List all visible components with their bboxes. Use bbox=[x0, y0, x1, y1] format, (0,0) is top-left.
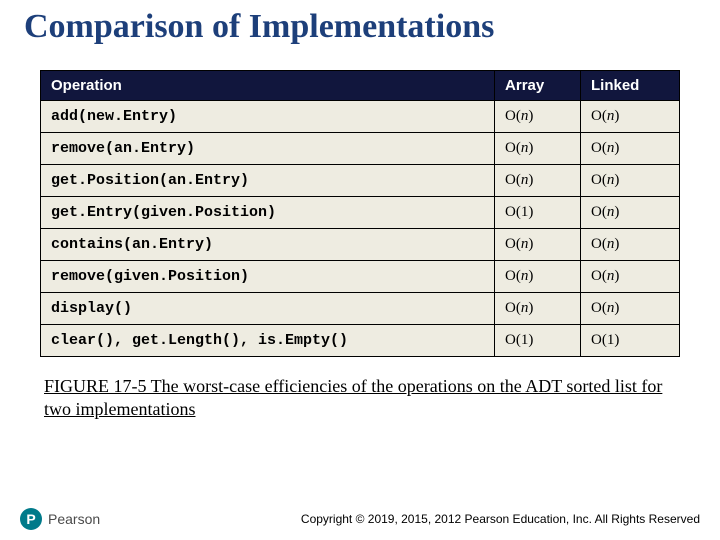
table-row: remove(an.Entry)O(n)O(n) bbox=[41, 133, 680, 165]
footer: P Pearson Copyright © 2019, 2015, 2012 P… bbox=[20, 508, 700, 530]
operation-cell: remove(an.Entry) bbox=[41, 133, 495, 165]
array-cell: O(n) bbox=[495, 293, 581, 325]
array-cell: O(n) bbox=[495, 133, 581, 165]
array-cell: O(n) bbox=[495, 261, 581, 293]
linked-cell: O(n) bbox=[580, 261, 679, 293]
copyright-text: Copyright © 2019, 2015, 2012 Pearson Edu… bbox=[301, 512, 700, 526]
array-cell: O(1) bbox=[495, 197, 581, 229]
pearson-logo-text: Pearson bbox=[48, 511, 100, 527]
array-cell: O(1) bbox=[495, 325, 581, 357]
operation-cell: clear(), get.Length(), is.Empty() bbox=[41, 325, 495, 357]
operation-cell: add(new.Entry) bbox=[41, 101, 495, 133]
figure-caption: FIGURE 17-5 The worst-case efficiencies … bbox=[44, 375, 676, 420]
operation-cell: get.Entry(given.Position) bbox=[41, 197, 495, 229]
table-row: clear(), get.Length(), is.Empty()O(1)O(1… bbox=[41, 325, 680, 357]
linked-cell: O(1) bbox=[580, 325, 679, 357]
slide: Comparison of Implementations Operation … bbox=[0, 0, 720, 540]
col-header-array: Array bbox=[495, 71, 581, 101]
operation-cell: display() bbox=[41, 293, 495, 325]
comparison-table-wrap: Operation Array Linked add(new.Entry)O(n… bbox=[40, 70, 680, 357]
operation-cell: contains(an.Entry) bbox=[41, 229, 495, 261]
linked-cell: O(n) bbox=[580, 229, 679, 261]
pearson-logo: P Pearson bbox=[20, 508, 100, 530]
array-cell: O(n) bbox=[495, 101, 581, 133]
table-row: get.Entry(given.Position)O(1)O(n) bbox=[41, 197, 680, 229]
page-title: Comparison of Implementations bbox=[20, 8, 700, 46]
col-header-linked: Linked bbox=[580, 71, 679, 101]
table-row: add(new.Entry)O(n)O(n) bbox=[41, 101, 680, 133]
operation-cell: get.Position(an.Entry) bbox=[41, 165, 495, 197]
array-cell: O(n) bbox=[495, 229, 581, 261]
table-row: remove(given.Position)O(n)O(n) bbox=[41, 261, 680, 293]
linked-cell: O(n) bbox=[580, 197, 679, 229]
col-header-operation: Operation bbox=[41, 71, 495, 101]
linked-cell: O(n) bbox=[580, 101, 679, 133]
array-cell: O(n) bbox=[495, 165, 581, 197]
linked-cell: O(n) bbox=[580, 293, 679, 325]
linked-cell: O(n) bbox=[580, 165, 679, 197]
table-header-row: Operation Array Linked bbox=[41, 71, 680, 101]
table-body: add(new.Entry)O(n)O(n)remove(an.Entry)O(… bbox=[41, 101, 680, 357]
operation-cell: remove(given.Position) bbox=[41, 261, 495, 293]
table-row: contains(an.Entry)O(n)O(n) bbox=[41, 229, 680, 261]
comparison-table: Operation Array Linked add(new.Entry)O(n… bbox=[40, 70, 680, 357]
table-row: get.Position(an.Entry)O(n)O(n) bbox=[41, 165, 680, 197]
linked-cell: O(n) bbox=[580, 133, 679, 165]
pearson-logo-icon: P bbox=[20, 508, 42, 530]
table-row: display()O(n)O(n) bbox=[41, 293, 680, 325]
